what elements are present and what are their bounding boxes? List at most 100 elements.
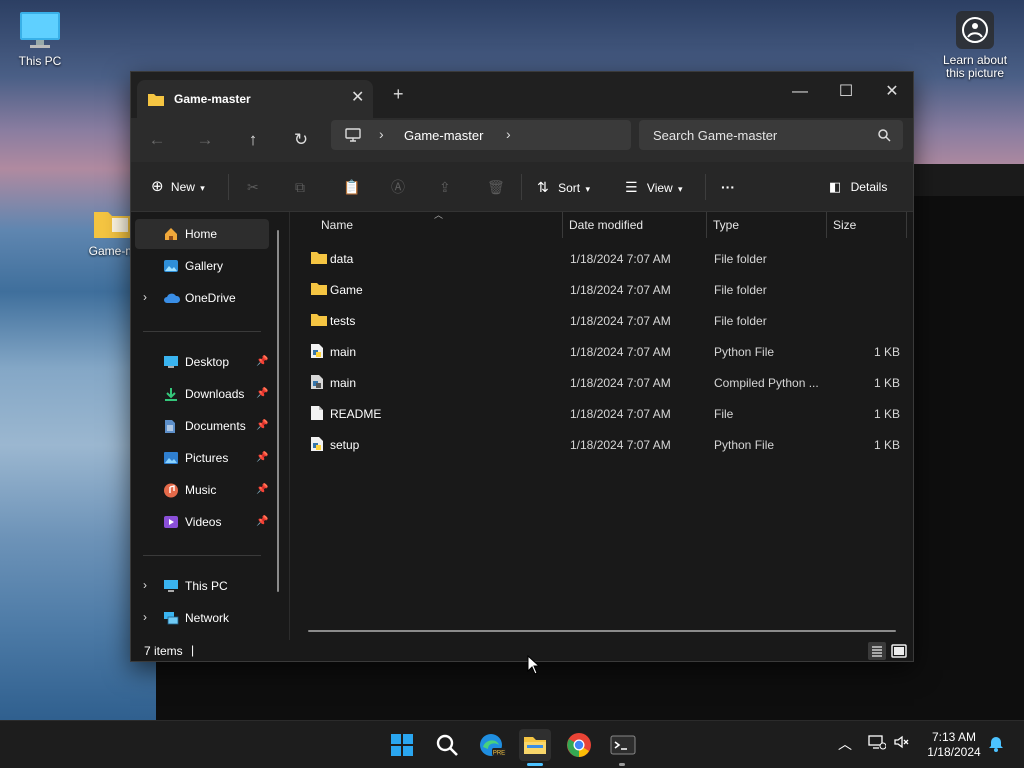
new-tab-button[interactable]: + [393,84,404,105]
chevron-right-icon[interactable]: › [379,126,384,142]
maximize-button[interactable]: ☐ [823,78,869,106]
back-button[interactable]: ← [143,128,171,152]
sidebar-item-label: Gallery [185,259,224,273]
file-row[interactable]: main 1/18/2024 7:07 AM Python File 1 KB [300,337,900,365]
view-label: View [646,181,673,195]
sidebar-item-desktop[interactable]: Desktop 📌 [135,347,269,377]
sidebar-scrollbar[interactable] [277,230,279,592]
network-status-icon[interactable] [868,734,886,750]
file-row[interactable]: Game 1/18/2024 7:07 AM File folder [300,275,900,303]
details-button[interactable]: ◧ Details [829,177,887,197]
active-app-indicator [527,763,543,766]
title-bar: Game-master ✕ + — ☐ ✕ [131,72,913,118]
column-header-date[interactable]: Date modified [569,218,643,232]
close-window-button[interactable]: ✕ [869,78,915,106]
column-header-size[interactable]: Size [833,218,856,232]
address-bar[interactable]: › Game-master › [331,120,631,150]
sidebar-item-home[interactable]: Home [135,219,269,249]
pin-icon: 📌 [256,484,269,495]
pin-icon: 📌 [256,420,269,431]
python-file-icon [311,437,323,451]
file-name: setup [330,438,360,452]
tab-title: Game-master [174,92,251,106]
chevron-right-icon[interactable]: › [143,578,147,592]
navigation-pane: Home Gallery › OneDrive Desktop 📌 Downlo… [131,212,289,640]
sidebar-item-label: Downloads [185,387,245,401]
sidebar-item-videos[interactable]: Videos 📌 [135,507,269,537]
cut-button[interactable]: ✂ [247,177,259,197]
sidebar-item-music[interactable]: Music 📌 [135,475,269,505]
column-header-type[interactable]: Type [713,218,739,232]
chevron-down-icon: ▾ [678,184,683,194]
file-row[interactable]: data 1/18/2024 7:07 AM File folder [300,244,900,272]
folder-icon [311,283,327,295]
details-view-button[interactable] [867,641,887,661]
sort-ascending-icon: ︿ [434,210,444,220]
tiles-view-button[interactable] [889,641,909,661]
file-explorer-icon [524,737,546,754]
close-tab-button[interactable]: ✕ [351,87,364,107]
chrome-icon[interactable] [563,729,595,761]
view-button[interactable]: ☰ View ▾ [625,177,683,197]
file-row[interactable]: tests 1/18/2024 7:07 AM File folder [300,306,900,334]
file-explorer-taskbar-button[interactable] [519,729,551,761]
sidebar-item-label: Network [185,611,230,625]
file-row[interactable]: setup 1/18/2024 7:07 AM Python File 1 KB [300,430,900,458]
sidebar-item-network[interactable]: › Network [135,603,269,633]
forward-button[interactable]: → [191,128,219,152]
more-options-button[interactable]: ··· [721,177,735,197]
breadcrumb-current[interactable]: Game-master [404,128,483,143]
copy-button[interactable]: ⧉ [295,177,305,197]
desktop-icon-label: This PC [18,54,62,68]
new-button[interactable]: ⊕ New ▾ [151,177,205,197]
new-label: New [170,180,195,194]
edge-icon[interactable]: PRE [476,729,508,761]
chevron-down-icon: ▾ [200,183,205,193]
delete-button[interactable]: 🗑 [487,177,505,197]
monitor-icon [164,580,178,592]
file-date: 1/18/2024 7:07 AM [570,345,671,359]
rename-button[interactable]: Ⓐ [391,177,405,197]
picture-icon [164,452,178,464]
clock-time: 7:13 AM [931,730,977,744]
sidebar-item-onedrive[interactable]: › OneDrive [135,283,269,313]
file-type: Python File [714,438,775,452]
paste-button[interactable]: 📋 [343,177,360,197]
sidebar-item-downloads[interactable]: Downloads 📌 [135,379,269,409]
minimize-button[interactable]: — [777,78,823,106]
volume-muted-icon[interactable] [893,734,911,750]
tab-game-master[interactable]: Game-master ✕ [137,80,373,118]
sidebar-item-label: Desktop [185,355,230,369]
file-row[interactable]: README 1/18/2024 7:07 AM File 1 KB [300,399,900,427]
sidebar-item-label: Pictures [185,451,229,465]
sort-label: Sort [558,181,581,195]
terminal-icon[interactable] [607,729,639,761]
file-explorer-window: Game-master ✕ + — ☐ ✕ ← → ↑ ↻ › Game-mas… [130,71,914,662]
up-button[interactable]: ↑ [239,128,267,152]
system-clock[interactable]: 7:13 AM 1/18/2024 [920,730,988,760]
chevron-up-icon[interactable]: ︿ [838,734,852,754]
notification-bell-icon[interactable] [988,734,1004,752]
sidebar-item-documents[interactable]: Documents 📌 [135,411,269,441]
search-icon[interactable] [431,729,463,761]
sidebar-item-pictures[interactable]: Pictures 📌 [135,443,269,473]
sidebar-item-this-pc[interactable]: › This PC [135,571,269,601]
horizontal-scrollbar[interactable] [308,630,896,632]
sidebar-item-label: Videos [185,515,222,529]
chevron-right-icon[interactable]: › [143,610,147,624]
share-button[interactable]: ⇪ [439,177,451,197]
windows-start-icon[interactable] [386,729,418,761]
file-row[interactable]: main 1/18/2024 7:07 AM Compiled Python .… [300,368,900,396]
chevron-right-icon[interactable]: › [506,126,511,142]
column-header-name[interactable]: Name [321,218,353,232]
desktop-icon-this-pc[interactable]: This PC [0,10,80,68]
svg-text:PRE: PRE [493,751,505,757]
sort-button[interactable]: ⇅ Sort ▾ [537,177,590,197]
details-pane-icon: ◧ [829,179,842,194]
desktop-icon-learn-picture[interactable]: Learn about this picture [935,10,1015,80]
sidebar-item-gallery[interactable]: Gallery [135,251,269,281]
refresh-button[interactable]: ↻ [287,128,315,152]
search-input[interactable]: Search Game-master [639,120,903,150]
chevron-right-icon[interactable]: › [143,290,147,304]
pin-icon: 📌 [256,388,269,399]
